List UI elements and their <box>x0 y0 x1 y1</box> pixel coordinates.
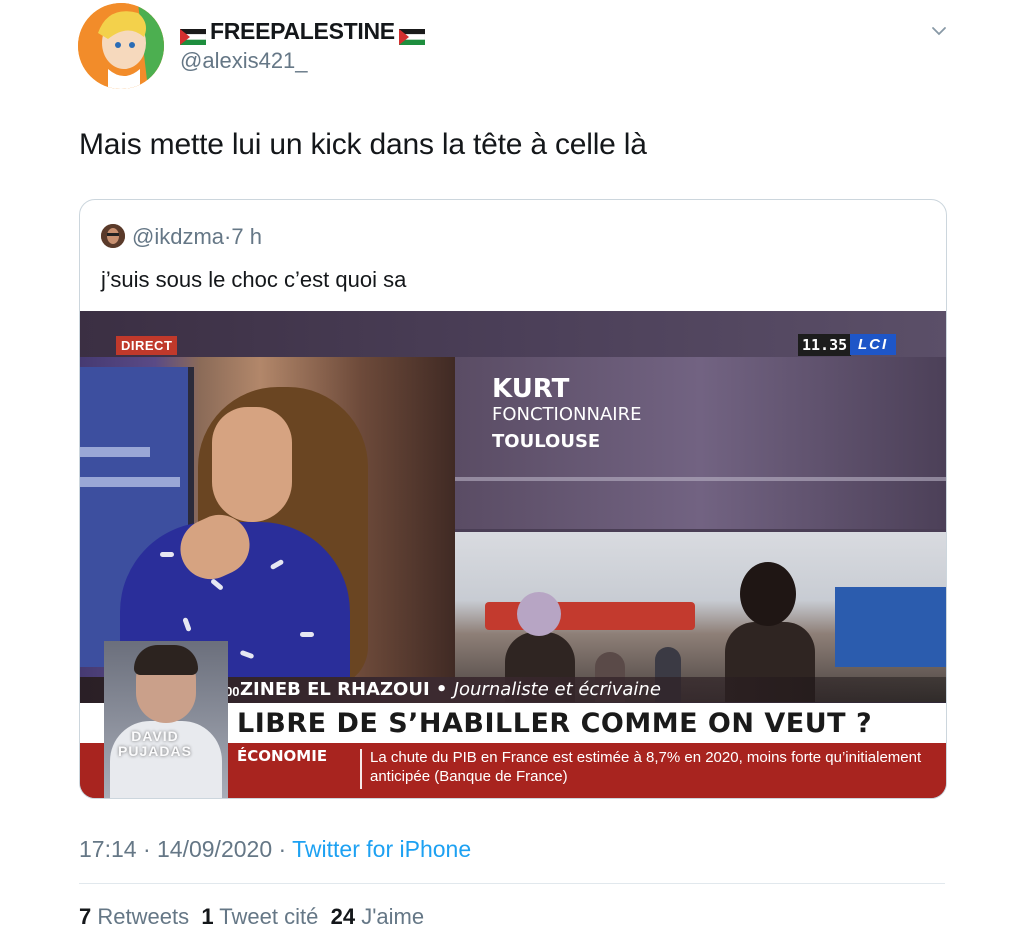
dress-pattern <box>300 632 314 637</box>
guest-role: FONCTIONNAIRE <box>492 404 642 425</box>
dress-pattern <box>182 617 192 632</box>
dress-pattern <box>210 578 224 591</box>
quotes-count: 1 <box>201 904 214 929</box>
tweet-text: Mais mette lui un kick dans la tête à ce… <box>79 128 647 161</box>
pedestrian-head <box>740 562 796 626</box>
quoted-author-avatar <box>101 224 125 248</box>
live-badge: DIRECT <box>116 336 178 355</box>
retweets-count: 7 <box>79 904 92 929</box>
anchor-watermark: DAVID PUJADAS <box>118 728 192 759</box>
guest-panel-line <box>455 477 946 481</box>
headline-text: LIBRE DE S’HABILLER COMME ON VEUT ? <box>237 708 873 739</box>
tweet-timestamp[interactable]: 17:14 · 14/09/2020 · <box>79 836 292 862</box>
dress-pattern <box>160 552 174 557</box>
channel-logo: LCI <box>850 334 897 355</box>
quoted-author-handle: @ikdzma·7 h <box>132 224 262 250</box>
anchor-inset <box>104 641 228 798</box>
palestine-flag-icon <box>179 24 207 45</box>
chevron-down-icon[interactable] <box>930 22 948 40</box>
tweet-source-link[interactable]: Twitter for iPhone <box>292 836 471 862</box>
quotes-stat[interactable]: 1 Tweet cité <box>201 904 318 929</box>
tweet-stats: 7 Retweets 1 Tweet cité 24 J'aime <box>79 904 424 930</box>
ticker-category: ÉCONOMIE <box>237 747 328 765</box>
quoted-handle-text: @ikdzma <box>132 224 225 249</box>
guest-name: KURT <box>492 374 570 404</box>
likes-stat[interactable]: 24 J'aime <box>331 904 425 929</box>
quoted-video-frame[interactable]: KURT FONCTIONNAIRE TOULOUSE DIRECT 11.35… <box>80 311 946 798</box>
pedestrian-head <box>517 592 561 636</box>
screen-stripe <box>80 447 150 457</box>
channel-clock: 11.35 <box>798 334 852 356</box>
quotes-label: Tweet cité <box>219 904 319 929</box>
stats-divider <box>79 883 945 884</box>
speaker-role: Journaliste et écrivaine <box>453 679 661 700</box>
retweets-stat[interactable]: 7 Retweets <box>79 904 189 929</box>
dress-pattern <box>239 649 255 660</box>
quoted-tweet-text: j’suis sous le choc c’est quoi sa <box>101 267 407 292</box>
ticker-text: La chute du PIB en France est estimée à … <box>370 749 922 785</box>
dress-pattern <box>269 558 285 571</box>
quoted-tweet-card[interactable]: @ikdzma·7 h j’suis sous le choc c’est qu… <box>79 199 947 799</box>
ticker-divider <box>360 749 362 789</box>
speaker-separator: • <box>429 679 454 700</box>
quoted-age: ·7 h <box>224 224 262 249</box>
likes-count: 24 <box>330 904 356 929</box>
likes-label: J'aime <box>361 904 425 929</box>
screen-stripe <box>80 477 180 487</box>
presenter-face <box>212 407 292 522</box>
street-building <box>835 587 946 667</box>
guest-city: TOULOUSE <box>492 431 601 452</box>
author-display-name[interactable]: FREEPALESTINE <box>179 18 425 45</box>
anchor-hair <box>134 645 198 675</box>
author-name-text: FREEPALESTINE <box>210 18 395 44</box>
author-avatar[interactable] <box>78 3 164 89</box>
author-handle[interactable]: @alexis421_ <box>180 48 308 74</box>
palestine-flag-icon <box>398 24 425 45</box>
tweet-meta: 17:14 · 14/09/2020 · Twitter for iPhone <box>79 836 471 863</box>
retweets-label: Retweets <box>97 904 190 929</box>
speaker-caption: ZINEB EL RHAZOUI • Journaliste et écriva… <box>240 679 661 700</box>
speaker-name: ZINEB EL RHAZOUI <box>240 679 430 700</box>
